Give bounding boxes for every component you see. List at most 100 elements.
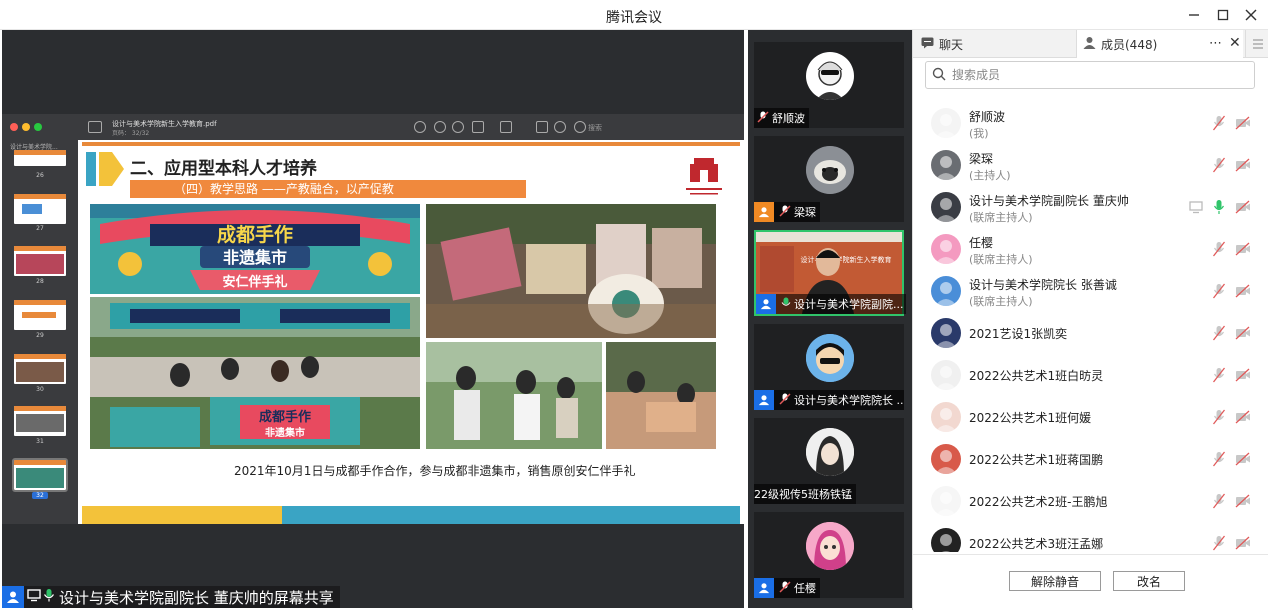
- pdf-thumbnail[interactable]: [14, 406, 66, 436]
- maximize-icon[interactable]: [1211, 3, 1235, 27]
- more-icon[interactable]: ⋯: [1209, 36, 1223, 51]
- mic-muted-icon[interactable]: [1212, 325, 1226, 345]
- video-tile-name: 舒顺波: [772, 112, 805, 125]
- video-tile-name: 任樱: [794, 582, 816, 595]
- video-tile-name-bar: 设计与美术学院院长 ...: [754, 390, 904, 410]
- thumb-number: 30: [36, 386, 44, 393]
- member-row[interactable]: 2022公共艺术1班白昉灵: [913, 354, 1268, 396]
- avatar: [931, 150, 961, 180]
- avatar: [806, 52, 854, 100]
- member-search-input[interactable]: [952, 68, 1232, 82]
- slide-caption: 2021年10月1日与成都手作合作，参与成都非遗集市，销售原创安仁伴手礼: [234, 464, 636, 478]
- minimize-icon[interactable]: [1182, 3, 1206, 27]
- info-icon[interactable]: [414, 121, 426, 133]
- avatar: [931, 360, 961, 390]
- member-row[interactable]: 2021艺设1张凯奕: [913, 312, 1268, 354]
- host-icon: [754, 390, 774, 410]
- markup-icon[interactable]: [500, 121, 512, 133]
- mic-muted-icon[interactable]: [1212, 157, 1226, 177]
- avatar: [931, 528, 961, 552]
- screen-share-owner: 设计与美术学院副院长 董庆帅的屏幕共享: [59, 588, 334, 607]
- slide-heading: 二、应用型本科人才培养: [130, 159, 317, 179]
- mic-on-icon: [781, 297, 791, 312]
- mac-minimize-dot: [22, 123, 30, 131]
- camera-off-icon[interactable]: [1235, 535, 1251, 552]
- pdf-thumbnail[interactable]: [14, 150, 66, 166]
- camera-off-icon[interactable]: [1235, 283, 1251, 302]
- video-tile[interactable]: 22级视传5班杨铁锰: [754, 418, 904, 504]
- pdf-thumbnail[interactable]: [14, 354, 66, 384]
- unmute-all-button[interactable]: 解除静音: [1009, 571, 1101, 591]
- zoom-out-icon[interactable]: [434, 121, 446, 133]
- avatar: [931, 444, 961, 474]
- pdf-thumbnail[interactable]: [14, 194, 66, 224]
- mic-muted-icon[interactable]: [1212, 241, 1226, 261]
- member-row[interactable]: 设计与美术学院副院长 董庆帅 (联席主持人): [913, 186, 1268, 228]
- close-panel-icon[interactable]: ✕: [1229, 35, 1241, 51]
- camera-off-icon[interactable]: [1235, 409, 1251, 428]
- camera-off-icon[interactable]: [1235, 241, 1251, 260]
- pdf-thumbnail[interactable]: [14, 300, 66, 330]
- host-icon: [754, 202, 774, 222]
- video-tile-name-bar: 22级视传5班杨铁锰: [754, 484, 856, 504]
- avatar: [931, 486, 961, 516]
- shoppers-photo: [606, 342, 716, 449]
- member-row[interactable]: 2022公共艺术2班-王鹏旭: [913, 480, 1268, 522]
- member-name: 2022公共艺术2班-王鹏旭: [969, 495, 1108, 509]
- camera-off-icon[interactable]: [1235, 325, 1251, 344]
- member-row[interactable]: 舒顺波 (我): [913, 102, 1268, 144]
- mic-muted-icon[interactable]: [1212, 409, 1226, 429]
- pdf-thumbnail[interactable]: [14, 246, 66, 276]
- camera-off-icon[interactable]: [1235, 157, 1251, 176]
- pdf-thumbnail-current[interactable]: [12, 458, 68, 492]
- video-tile[interactable]: 任樱: [754, 512, 904, 598]
- member-row[interactable]: 2022公共艺术3班汪孟娜: [913, 522, 1268, 552]
- camera-off-icon[interactable]: [1235, 199, 1251, 218]
- share-icon[interactable]: [472, 121, 484, 133]
- members-icon: [1083, 36, 1096, 52]
- annotate-icon[interactable]: [554, 121, 566, 133]
- member-row[interactable]: 梁琛 (主持人): [913, 144, 1268, 186]
- mic-muted-icon[interactable]: [1212, 283, 1226, 303]
- member-row[interactable]: 2022公共艺术1班蒋国鹏: [913, 438, 1268, 480]
- pdf-page-count: 页码： 32/32: [112, 130, 150, 137]
- video-tile[interactable]: 舒顺波: [754, 42, 904, 128]
- member-row[interactable]: 任樱 (联席主持人): [913, 228, 1268, 270]
- sidebar-toggle-icon[interactable]: [88, 121, 102, 133]
- mic-muted-icon[interactable]: [1212, 367, 1226, 387]
- video-tile-name: 22级视传5班杨铁锰: [754, 488, 852, 501]
- rename-button[interactable]: 改名: [1113, 571, 1185, 591]
- chat-icon: [921, 37, 934, 52]
- window-title: 腾讯会议: [606, 10, 662, 26]
- screen-share-label: 设计与美术学院副院长 董庆帅的屏幕共享: [2, 586, 340, 608]
- panel-menu-icon[interactable]: [1245, 30, 1268, 58]
- mic-muted-icon[interactable]: [1212, 535, 1226, 552]
- market-stall-photo: 成都手作 非遗集市: [90, 297, 420, 449]
- member-name: 设计与美术学院院长 张善诚: [969, 278, 1117, 292]
- member-row[interactable]: 2022公共艺术1班何媛: [913, 396, 1268, 438]
- tab-members[interactable]: 成员(448) ⋯ ✕: [1077, 30, 1243, 58]
- camera-off-icon[interactable]: [1235, 367, 1251, 386]
- video-tile[interactable]: 梁琛: [754, 136, 904, 222]
- mic-muted-icon[interactable]: [1212, 493, 1226, 513]
- camera-off-icon[interactable]: [1235, 493, 1251, 512]
- video-tile-active-speaker[interactable]: 设计与美术学院新生入学教育 设计与美术学院副院...: [754, 230, 906, 316]
- mic-muted-icon[interactable]: [1212, 115, 1226, 135]
- mic-muted-icon[interactable]: [1212, 451, 1226, 471]
- search-icon[interactable]: [574, 121, 586, 133]
- camera-off-icon[interactable]: [1235, 451, 1251, 470]
- close-icon[interactable]: [1239, 3, 1263, 27]
- thumb-number: 26: [36, 172, 44, 179]
- rotate-icon[interactable]: [536, 121, 548, 133]
- member-search[interactable]: [925, 61, 1255, 89]
- member-panel: 聊天 成员(448) ⋯ ✕ 舒顺波 (我) 梁琛 (主持人) 设计与美术学院副院长 董…: [912, 30, 1268, 610]
- mic-on-icon[interactable]: [1213, 199, 1225, 219]
- screen-share-icon: [27, 588, 41, 606]
- avatar: [806, 428, 854, 476]
- zoom-in-icon[interactable]: [452, 121, 464, 133]
- member-name: 舒顺波: [969, 110, 1006, 124]
- tab-chat[interactable]: 聊天: [913, 30, 1077, 58]
- video-tile[interactable]: 设计与美术学院院长 ...: [754, 324, 904, 410]
- member-row[interactable]: 设计与美术学院院长 张善诚 (联席主持人): [913, 270, 1268, 312]
- camera-off-icon[interactable]: [1235, 115, 1251, 134]
